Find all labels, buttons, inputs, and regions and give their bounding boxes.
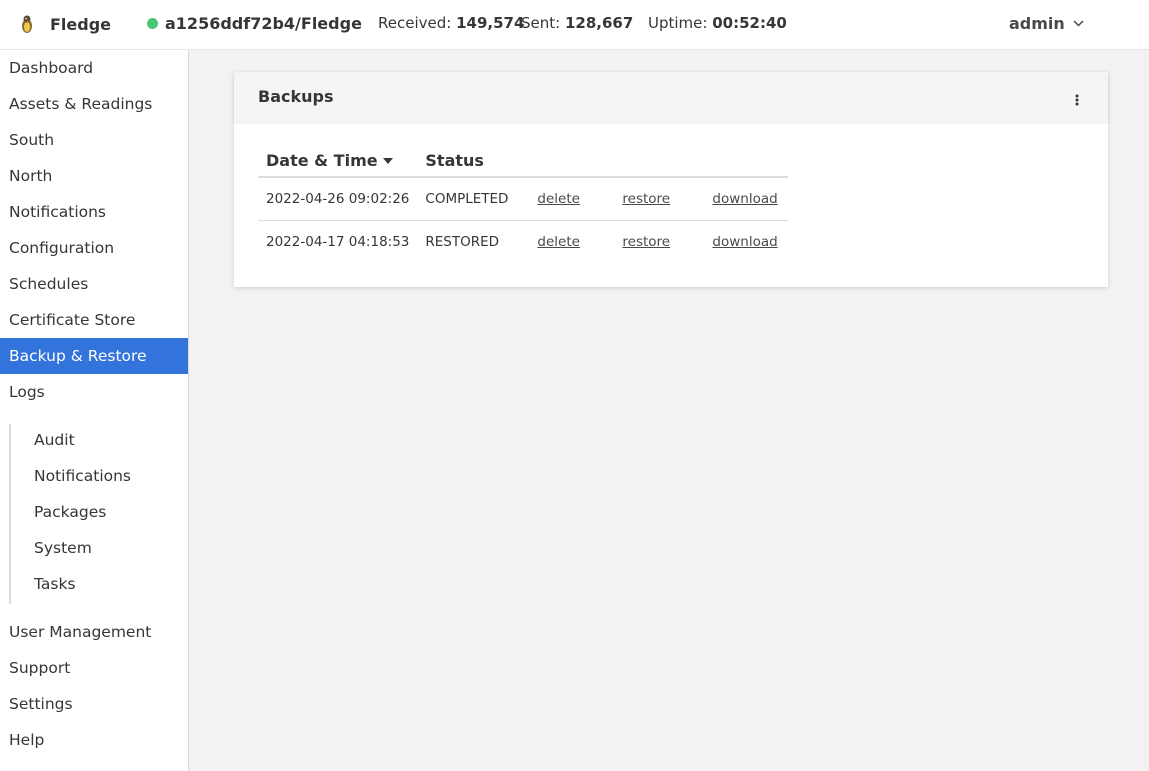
sidebar-item-notifications[interactable]: Notifications <box>0 194 188 230</box>
more-options-icon[interactable] <box>1071 93 1083 107</box>
backup-status: RESTORED <box>425 233 500 250</box>
backup-date: 2022-04-17 04:18:53 <box>266 233 410 250</box>
table-header-row: Date & Time Status <box>258 144 789 178</box>
column-header-status: Status <box>417 144 530 178</box>
backup-actions-cell: restore <box>614 177 705 221</box>
sidebar-item-logs[interactable]: Logs <box>0 374 188 410</box>
backup-actions-cell: download <box>704 220 788 263</box>
sidebar-item-logs-notifications[interactable]: Notifications <box>34 458 131 494</box>
service-name: a1256ddf72b4/Fledge <box>165 14 362 33</box>
sidebar-item-help[interactable]: Help <box>0 722 188 758</box>
status-dot-icon <box>147 18 158 29</box>
sort-down-icon <box>382 158 393 164</box>
column-header-blank <box>704 144 789 178</box>
sidebar-item-north[interactable]: North <box>0 158 188 194</box>
user-menu[interactable]: admin <box>1009 14 1084 33</box>
sidebar-item-south[interactable]: South <box>0 122 188 158</box>
sidebar-item-configuration[interactable]: Configuration <box>0 230 188 266</box>
brand[interactable]: Fledge <box>20 14 111 34</box>
backup-actions-cell: restore <box>614 220 704 263</box>
column-header-blank <box>529 144 615 178</box>
sidebar-item-schedules[interactable]: Schedules <box>0 266 188 302</box>
backups-table: Date & Time Status 2022-04-26 09:02:26 C… <box>258 144 789 263</box>
backup-status: COMPLETED <box>417 177 530 221</box>
sidebar-item-assets-readings[interactable]: Assets & Readings <box>0 86 188 122</box>
logs-submenu-border <box>9 424 11 604</box>
uptime-value: 00:52:40 <box>712 14 787 32</box>
sidebar: Dashboard Assets & Readings South North … <box>0 50 189 771</box>
sidebar-item-settings[interactable]: Settings <box>0 686 188 722</box>
card-header: Backups <box>234 72 1108 122</box>
date-column-label: Date & Time <box>266 150 378 170</box>
sidebar-item-logs-packages[interactable]: Packages <box>34 494 106 530</box>
sent-label: Sent: <box>521 14 561 32</box>
sidebar-item-user-management[interactable]: User Management <box>0 614 188 650</box>
chevron-down-icon <box>1073 20 1084 27</box>
received-stat: Received: 149,574 <box>378 14 524 32</box>
received-label: Received: <box>378 14 452 32</box>
column-header-date[interactable]: Date & Time <box>258 144 418 178</box>
service-status[interactable]: a1256ddf72b4/Fledge <box>147 14 362 33</box>
restore-link[interactable]: restore <box>622 191 670 207</box>
table-row: 2022-04-17 04:18:53 RESTORED delete rest… <box>258 220 788 263</box>
backup-actions-cell: delete <box>529 220 614 263</box>
column-header-blank <box>614 144 705 178</box>
card-title: Backups <box>258 87 334 106</box>
backup-actions-cell: delete <box>529 177 615 221</box>
backups-card: Backups Date & Time Status 2022-04-26 09… <box>234 72 1108 287</box>
sidebar-item-dashboard[interactable]: Dashboard <box>0 50 188 86</box>
uptime-stat: Uptime: 00:52:40 <box>648 14 787 32</box>
download-link[interactable]: download <box>712 191 777 207</box>
sidebar-item-backup-restore[interactable]: Backup & Restore <box>0 338 188 374</box>
download-link[interactable]: download <box>712 234 777 250</box>
sidebar-item-certificate-store[interactable]: Certificate Store <box>0 302 188 338</box>
sidebar-item-logs-system[interactable]: System <box>34 530 92 566</box>
sidebar-item-support[interactable]: Support <box>0 650 188 686</box>
top-navbar: Fledge a1256ddf72b4/Fledge Received: 149… <box>0 0 1149 50</box>
delete-link[interactable]: delete <box>537 234 580 250</box>
backup-actions-cell: download <box>704 177 789 221</box>
sidebar-item-logs-audit[interactable]: Audit <box>34 422 75 458</box>
app-name: Fledge <box>50 15 112 34</box>
uptime-label: Uptime: <box>648 14 708 32</box>
backup-date: 2022-04-26 09:02:26 <box>258 177 418 221</box>
delete-link[interactable]: delete <box>537 191 580 207</box>
sidebar-item-logs-tasks[interactable]: Tasks <box>34 566 76 602</box>
table-row: 2022-04-26 09:02:26 COMPLETED delete res… <box>258 177 789 221</box>
received-value: 149,574 <box>456 14 525 32</box>
sent-value: 128,667 <box>564 14 634 32</box>
sent-stat: Sent: 128,667 <box>521 14 633 32</box>
restore-link[interactable]: restore <box>622 234 670 250</box>
fledge-logo-icon <box>22 15 32 33</box>
user-name: admin <box>1009 14 1065 33</box>
